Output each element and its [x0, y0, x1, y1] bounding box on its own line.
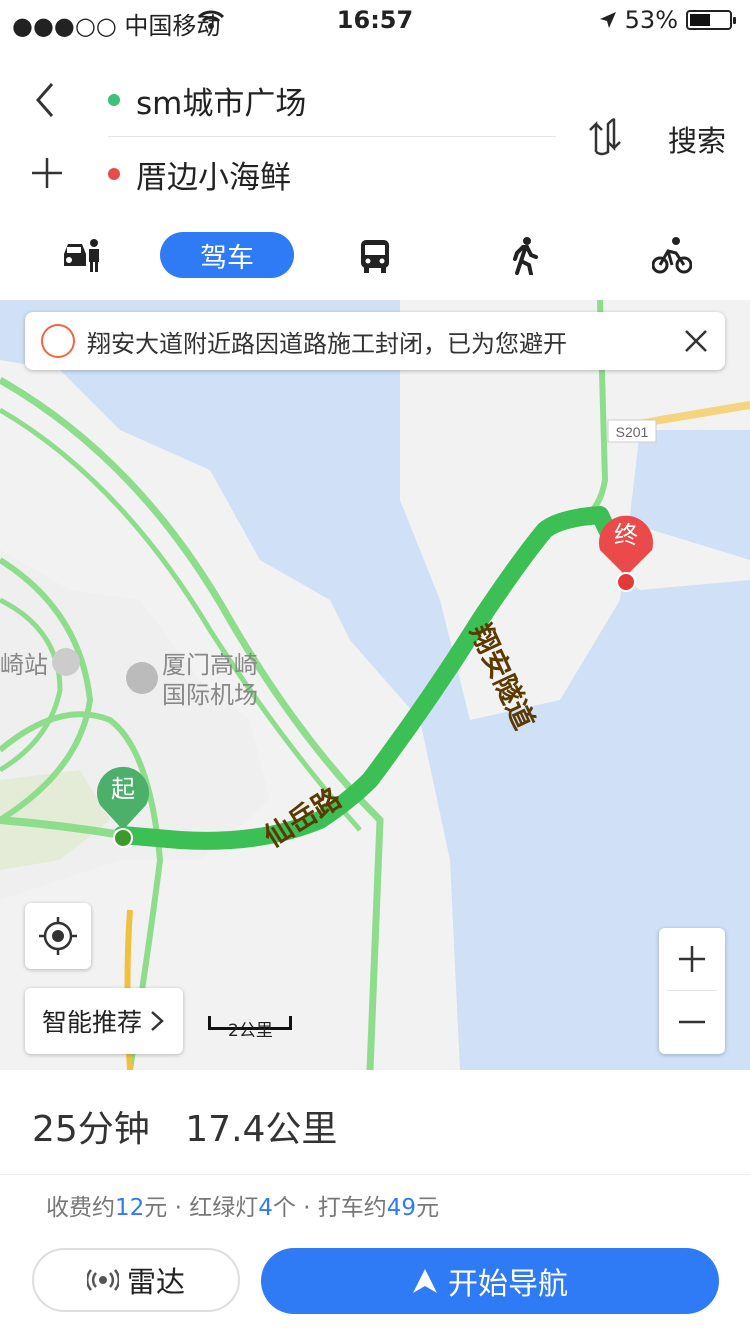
- start-navigation-button[interactable]: 开始导航: [261, 1248, 719, 1314]
- construction-icon: [41, 324, 75, 358]
- tab-drive[interactable]: 驾车: [160, 232, 294, 278]
- toll-prefix: 收费约: [46, 1195, 115, 1221]
- tab-bus[interactable]: [354, 228, 396, 284]
- divider: [108, 136, 556, 137]
- start-marker-label: 起: [111, 775, 135, 803]
- locate-icon: [39, 917, 77, 955]
- map-canvas: S201 厦门高崎 国际机场 崎站 翔安隧道 仙岳路 起 终: [0, 300, 750, 1070]
- start-location[interactable]: sm城市广场: [136, 78, 306, 123]
- swap-icon[interactable]: [588, 116, 628, 156]
- zoom-control: [659, 928, 725, 1054]
- scale-label: 2公里: [228, 1021, 273, 1041]
- transport-tabs: 驾车: [0, 228, 750, 284]
- route-summary[interactable]: 25分钟 17.4公里: [32, 1100, 361, 1152]
- zoom-in-icon[interactable]: [659, 928, 725, 990]
- smart-recommend-label: 智能推荐: [41, 1008, 142, 1037]
- battery-icon: [686, 10, 736, 30]
- radar-label: 雷达: [126, 1265, 185, 1299]
- car-icon: [64, 239, 99, 272]
- route-input-panel: sm城市广场 厝边小海鲜 搜索: [0, 40, 750, 220]
- bus-icon: [361, 240, 389, 273]
- bike-icon: [652, 237, 692, 274]
- highway-label: S201: [616, 424, 649, 440]
- start-dot: [108, 94, 120, 106]
- taxi-suffix: 元: [416, 1195, 440, 1221]
- end-dot: [108, 168, 120, 180]
- battery-percent: 53%: [624, 6, 678, 34]
- route-duration: 25分钟: [32, 1109, 150, 1150]
- airport-label-2: 国际机场: [162, 681, 258, 709]
- radar-icon: [86, 1269, 119, 1291]
- search-button[interactable]: 搜索: [668, 118, 726, 160]
- add-waypoint-icon[interactable]: [30, 156, 64, 190]
- close-icon[interactable]: [681, 326, 711, 356]
- divider: [0, 1174, 750, 1175]
- navigation-arrow-icon: [413, 1269, 437, 1293]
- location-arrow-icon: [599, 12, 616, 28]
- start-navigation-label: 开始导航: [448, 1267, 568, 1302]
- construction-notice: 翔安大道附近路因道路施工封闭，已为您避开: [25, 312, 725, 370]
- airport-label: 厦门高崎: [162, 651, 258, 679]
- tab-walk[interactable]: [504, 228, 544, 284]
- end-marker-label: 终: [614, 521, 638, 549]
- locate-button[interactable]: [25, 903, 91, 969]
- route-details: 收费约12元 · 红绿灯4个 · 打车约49元: [46, 1188, 439, 1222]
- taxi-prefix: 个 · 打车约: [272, 1195, 387, 1221]
- notice-text: 翔安大道附近路因道路施工封闭，已为您避开: [87, 329, 567, 358]
- map-view[interactable]: S201 厦门高崎 国际机场 崎站 翔安隧道 仙岳路 起 终 翔安大道附近路因道…: [0, 300, 750, 1070]
- route-distance: 17.4公里: [185, 1109, 338, 1150]
- airport-icon: [126, 662, 158, 694]
- toll-value: 12: [115, 1195, 145, 1221]
- lights-prefix: 元 · 红绿灯: [144, 1195, 259, 1221]
- zoom-out-icon[interactable]: [659, 991, 725, 1053]
- taxi-value: 49: [386, 1195, 417, 1221]
- back-icon[interactable]: [30, 80, 60, 120]
- lights-value: 4: [258, 1195, 273, 1221]
- tab-bike[interactable]: [648, 228, 696, 284]
- radar-button[interactable]: 雷达: [32, 1248, 240, 1312]
- route-summary-panel: 25分钟 17.4公里 收费约12元 · 红绿灯4个 · 打车约49元 雷达 开…: [0, 1070, 750, 1334]
- station-label: 崎站: [0, 651, 48, 679]
- status-bar: ●●●○○ 中国移动 16:57 53%: [0, 0, 750, 40]
- chevron-right-icon: [151, 1011, 164, 1031]
- tab-taxi[interactable]: [56, 228, 106, 284]
- smart-recommend-button[interactable]: 智能推荐: [25, 988, 183, 1054]
- walk-icon: [513, 237, 538, 275]
- station-icon: [52, 648, 80, 676]
- destination[interactable]: 厝边小海鲜: [136, 152, 291, 197]
